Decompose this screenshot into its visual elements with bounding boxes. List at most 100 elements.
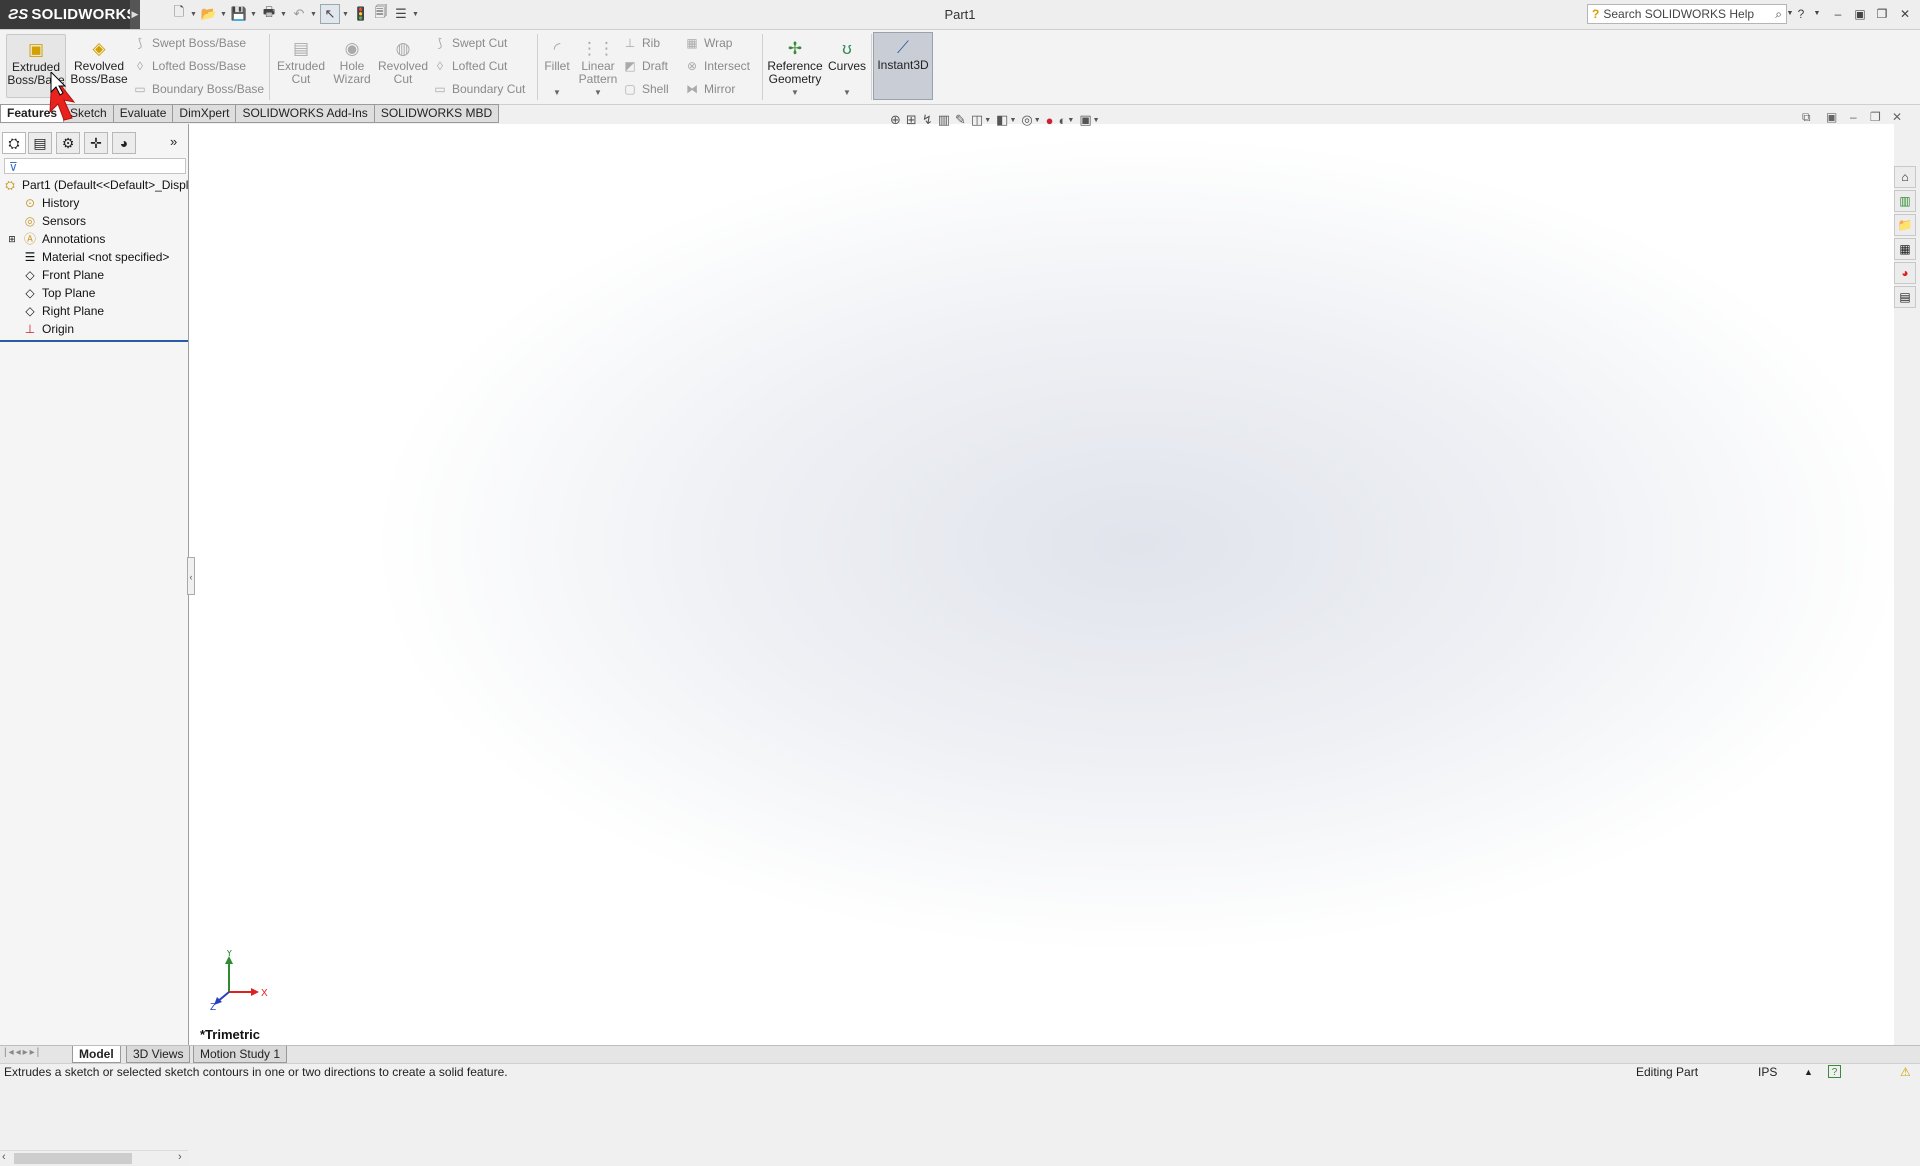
tree-root-part[interactable]: ⛭ Part1 (Default<<Default>_Display State… [0, 176, 188, 194]
open-dropdown-icon[interactable]: ▼ [220, 11, 228, 18]
rebuild-status-icon[interactable]: ⚠ [1900, 1064, 1911, 1081]
configuration-manager-tab-icon[interactable]: ⚙ [56, 132, 80, 154]
save-icon[interactable]: 💾 [230, 5, 248, 23]
swept-cut-button[interactable]: ⟆ Swept Cut [432, 34, 508, 52]
instant3d-button[interactable]: ⟋ Instant3D [873, 32, 933, 100]
hide-show-dropdown-icon[interactable]: ▼ [1034, 117, 1041, 124]
logo-menu-arrow-icon[interactable]: ▶ [130, 0, 140, 29]
new-dropdown-icon[interactable]: ▼ [190, 11, 198, 18]
options-icon[interactable]: ☰ [392, 5, 410, 23]
draft-button[interactable]: ◩ Draft [622, 57, 668, 75]
tile-window-icon[interactable]: ❐ [1873, 5, 1891, 23]
reference-geometry-dropdown-icon[interactable]: ▼ [791, 88, 799, 97]
panel-horizontal-scrollbar[interactable]: ‹ › [0, 1150, 188, 1166]
apply-scene-dropdown-icon[interactable]: ▼ [1067, 117, 1074, 124]
tab-3d-views[interactable]: 3D Views [126, 1046, 191, 1063]
view-orientation-icon[interactable]: ◫ [971, 112, 983, 128]
scroll-left-icon[interactable]: ‹ [2, 1151, 6, 1163]
mirror-button[interactable]: ⧓ Mirror [684, 80, 735, 98]
new-document-icon[interactable]: 🗋 [170, 4, 188, 23]
view-settings-icon[interactable]: ▣ [1079, 112, 1091, 128]
scrollbar-thumb[interactable] [14, 1153, 132, 1164]
unit-system[interactable]: IPS [1758, 1064, 1777, 1081]
linear-pattern-dropdown-icon[interactable]: ▼ [594, 88, 602, 97]
tree-item-material[interactable]: ☰ Material <not specified> [0, 248, 188, 266]
display-style-dropdown-icon[interactable]: ▼ [1009, 117, 1016, 124]
tree-item-origin[interactable]: ⊥ Origin [0, 320, 188, 338]
tree-item-front-plane[interactable]: ◇ Front Plane [0, 266, 188, 284]
tab-model[interactable]: Model [72, 1046, 121, 1063]
lofted-boss-base-button[interactable]: ◊ Lofted Boss/Base [132, 57, 246, 75]
intersect-button[interactable]: ⊗ Intersect [684, 57, 750, 75]
hide-show-items-icon[interactable]: ◎ [1021, 112, 1032, 128]
boundary-boss-base-button[interactable]: ▭ Boundary Boss/Base [132, 80, 264, 98]
boundary-cut-button[interactable]: ▭ Boundary Cut [432, 80, 525, 98]
options-dropdown-icon[interactable]: ▼ [412, 11, 420, 18]
section-view-icon[interactable]: ▥ [938, 112, 950, 128]
custom-properties-icon[interactable]: ▤ [1894, 286, 1916, 308]
undo-icon[interactable]: ↶ [290, 5, 308, 23]
feature-manager-tab-icon[interactable]: ⛭ [2, 132, 26, 154]
tab-dimxpert[interactable]: DimXpert [173, 104, 237, 123]
help-dropdown-icon[interactable]: ▼ [1808, 5, 1826, 23]
collapse-panel-handle[interactable]: ‹ [187, 557, 195, 595]
dynamic-annotation-icon[interactable]: ✎ [955, 112, 966, 128]
previous-view-icon[interactable]: ↯ [922, 112, 933, 128]
viewport-minimize-icon[interactable]: – [1850, 110, 1857, 124]
tab-evaluate[interactable]: Evaluate [113, 104, 174, 123]
file-properties-icon[interactable]: 🗐 [372, 4, 390, 23]
undo-dropdown-icon[interactable]: ▼ [310, 11, 318, 18]
tab-motion-study-1[interactable]: Motion Study 1 [193, 1046, 288, 1063]
edit-appearance-icon[interactable]: ● [1046, 113, 1054, 128]
print-dropdown-icon[interactable]: ▼ [280, 11, 288, 18]
tree-item-history[interactable]: ⊙ History [0, 194, 188, 212]
solidworks-logo[interactable]: ƧS SOLIDWORKS [0, 0, 137, 29]
rib-button[interactable]: ⊥ Rib [622, 34, 660, 52]
rollback-bar[interactable] [0, 340, 188, 342]
view-settings-dropdown-icon[interactable]: ▼ [1093, 117, 1100, 124]
viewport-close-icon[interactable]: ✕ [1892, 110, 1902, 124]
dimxpert-manager-tab-icon[interactable]: ✛ [84, 132, 108, 154]
expand-tabs-icon[interactable]: » [170, 134, 177, 149]
hole-wizard-button[interactable]: ◉ Hole Wizard [330, 34, 374, 98]
restore-window-icon[interactable]: ▣ [1851, 5, 1869, 23]
property-manager-tab-icon[interactable]: ▤ [28, 132, 52, 154]
tab-solidworks-add-ins[interactable]: SOLIDWORKS Add-Ins [236, 104, 375, 123]
unit-menu-arrow-icon[interactable]: ▲ [1804, 1064, 1813, 1081]
zoom-to-area-icon[interactable]: ⊞ [906, 112, 917, 128]
feature-tree-filter[interactable]: ⊽ [4, 158, 186, 174]
select-dropdown-icon[interactable]: ▼ [342, 11, 350, 18]
tab-solidworks-mbd[interactable]: SOLIDWORKS MBD [374, 104, 500, 123]
open-folder-icon[interactable]: 📂 [200, 5, 218, 23]
search-help-field[interactable]: ? Search SOLIDWORKS Help ⌕ [1587, 4, 1787, 24]
minimize-window-icon[interactable]: – [1829, 5, 1847, 23]
appearances-scenes-icon[interactable]: ◕ [1894, 262, 1916, 284]
tab-scroll-arrows-icon[interactable]: |◂◂▸▸| [4, 1047, 41, 1058]
print-icon[interactable]: 🖶 [260, 4, 278, 23]
extruded-cut-button[interactable]: ▤ Extruded Cut [274, 34, 328, 98]
save-dropdown-icon[interactable]: ▼ [250, 11, 258, 18]
file-explorer-icon[interactable]: 📁 [1894, 214, 1916, 236]
view-orientation-dropdown-icon[interactable]: ▼ [984, 117, 991, 124]
solidworks-resources-icon[interactable]: ⌂ [1894, 166, 1916, 188]
expand-plus-icon[interactable]: ⊞ [4, 231, 20, 247]
close-window-icon[interactable]: ✕ [1896, 5, 1914, 23]
display-style-icon[interactable]: ◧ [996, 112, 1008, 128]
design-library-icon[interactable]: ▥ [1894, 190, 1916, 212]
tree-item-annotations[interactable]: ⊞ Ⓐ Annotations [0, 230, 188, 248]
quick-tips-icon[interactable]: ? [1828, 1065, 1841, 1078]
view-palette-icon[interactable]: ▦ [1894, 238, 1916, 260]
revolved-cut-button[interactable]: ◍ Revolved Cut [376, 34, 430, 98]
graphics-area[interactable] [189, 124, 1894, 1045]
viewport-tile-icon[interactable]: ▣ [1826, 110, 1837, 124]
display-manager-tab-icon[interactable]: ◕ [112, 132, 136, 154]
select-arrow-icon[interactable]: ↖ [320, 4, 340, 24]
tree-item-top-plane[interactable]: ◇ Top Plane [0, 284, 188, 302]
apply-scene-icon[interactable]: ◐ [1059, 113, 1067, 128]
viewport-restore-icon[interactable]: ❐ [1870, 110, 1881, 124]
fillet-dropdown-icon[interactable]: ▼ [553, 88, 561, 97]
rebuild-traffic-light-icon[interactable]: 🚦 [352, 5, 370, 23]
tree-item-right-plane[interactable]: ◇ Right Plane [0, 302, 188, 320]
swept-boss-base-button[interactable]: ⟆ Swept Boss/Base [132, 34, 246, 52]
lofted-cut-button[interactable]: ◊ Lofted Cut [432, 57, 507, 75]
